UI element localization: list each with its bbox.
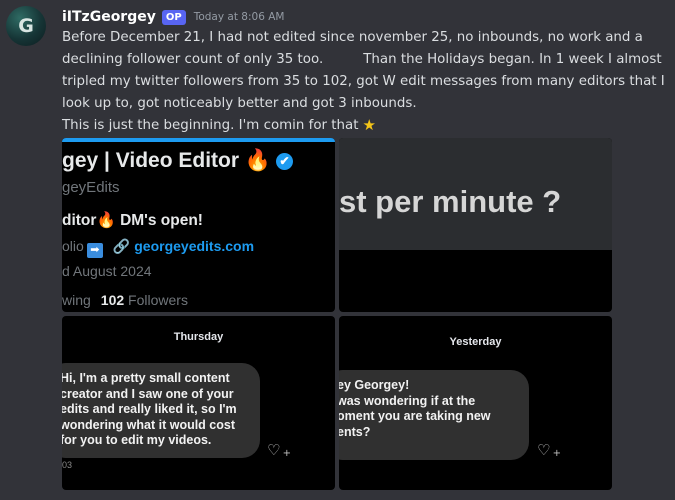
profile-bio-prefix: ditor — [62, 212, 97, 229]
arrow-right-icon: ➡ — [86, 243, 103, 258]
attachment-profile-screenshot[interactable]: gey | Video Editor 🔥 ✔ geyEdits ditor🔥 DM… — [62, 138, 335, 312]
message-content: Before December 21, I had not edited sin… — [62, 27, 670, 137]
profile-bio-suffix: DM's open! — [120, 212, 203, 229]
dm-day-label: Yesterday — [449, 336, 502, 348]
profile-handle: geyEdits — [62, 179, 120, 196]
portfolio-label: olio — [62, 238, 84, 254]
verified-icon: ✔ — [276, 153, 294, 170]
profile-top-bar — [62, 138, 335, 142]
heart-glyph: ♡ — [267, 441, 281, 459]
fire-icon: 🔥 — [96, 212, 116, 229]
message-timestamp[interactable]: Today at 8:06 AM — [194, 11, 285, 23]
dm-line: Hi, I'm a pretty small content — [62, 371, 230, 385]
profile-follow-counts: wing 102 Followers — [62, 292, 188, 308]
heart-react-icon: ♡ + — [537, 441, 561, 459]
dm-footer: 03 — [62, 460, 73, 470]
dm-message-bubble: Hi, I'm a pretty small content creator a… — [62, 363, 260, 458]
plus-glyph: + — [282, 448, 291, 459]
dm-line: oment you are taking new — [339, 409, 491, 423]
message-line: This is just the beginning. I'm comin fo… — [62, 118, 359, 133]
following-label: wing — [62, 292, 91, 308]
op-badge: OP — [161, 9, 186, 25]
profile-links: olio ➡ 🔗 georgeyedits.com — [62, 238, 254, 258]
message-line: Than the Holidays began. In 1 week I alm… — [363, 52, 662, 67]
dm-line: for you to edit my videos. — [62, 433, 212, 447]
fire-icon: 🔥 — [244, 149, 272, 172]
message-line: look up to, got noticeably better and go… — [62, 96, 417, 111]
message-line: Before December 21, I had not edited sin… — [62, 30, 643, 45]
profile-title-text: gey | Video Editor — [62, 149, 240, 172]
author-avatar[interactable]: G — [6, 6, 46, 46]
plus-glyph: + — [552, 448, 561, 459]
heart-glyph: ♡ — [537, 441, 551, 459]
dm-line: wondering what it would cost — [62, 417, 235, 432]
attachment-dm-yesterday[interactable]: Yesterday ey Georgey! was wondering if a… — [339, 316, 612, 490]
message-line: tripled my twitter followers from 35 to … — [62, 74, 665, 89]
message-header: iITzGeorgey OP Today at 8:06 AM — [62, 7, 284, 27]
profile-bio: ditor🔥 DM's open! — [62, 211, 203, 230]
username[interactable]: iITzGeorgey — [62, 9, 156, 25]
dm-line: ents? — [339, 424, 371, 439]
message-line-group: declining follower count of only 35 too.… — [62, 49, 670, 71]
dm-line: edits and really liked it, so I'm — [62, 402, 237, 416]
followers-label: Followers — [128, 292, 188, 308]
profile-title: gey | Video Editor 🔥 ✔ — [62, 149, 294, 173]
profile-joined: d August 2024 — [62, 263, 152, 279]
heart-react-icon: ♡ + — [267, 441, 291, 459]
headline-text: st per minute ? — [339, 184, 562, 219]
dm-line: creator and I saw one of your — [62, 386, 234, 401]
attachment-dm-thursday[interactable]: Thursday Hi, I'm a pretty small content … — [62, 316, 335, 490]
dm-day-label: Thursday — [173, 331, 224, 343]
link-icon: 🔗 — [112, 238, 131, 254]
star-icon[interactable]: ★ — [363, 118, 376, 133]
attachment-headline-screenshot[interactable]: st per minute ? — [339, 138, 612, 312]
message-line-group: This is just the beginning. I'm comin fo… — [62, 115, 670, 137]
dm-line: was wondering if at the — [339, 393, 476, 408]
dm-message-bubble: ey Georgey! was wondering if at the omen… — [339, 370, 529, 460]
dm-line: ey Georgey! — [339, 378, 410, 392]
followers-count: 102 — [100, 292, 125, 308]
avatar-letter: G — [18, 15, 34, 37]
message-line: declining follower count of only 35 too. — [62, 52, 324, 67]
profile-website-link: georgeyedits.com — [134, 238, 255, 254]
